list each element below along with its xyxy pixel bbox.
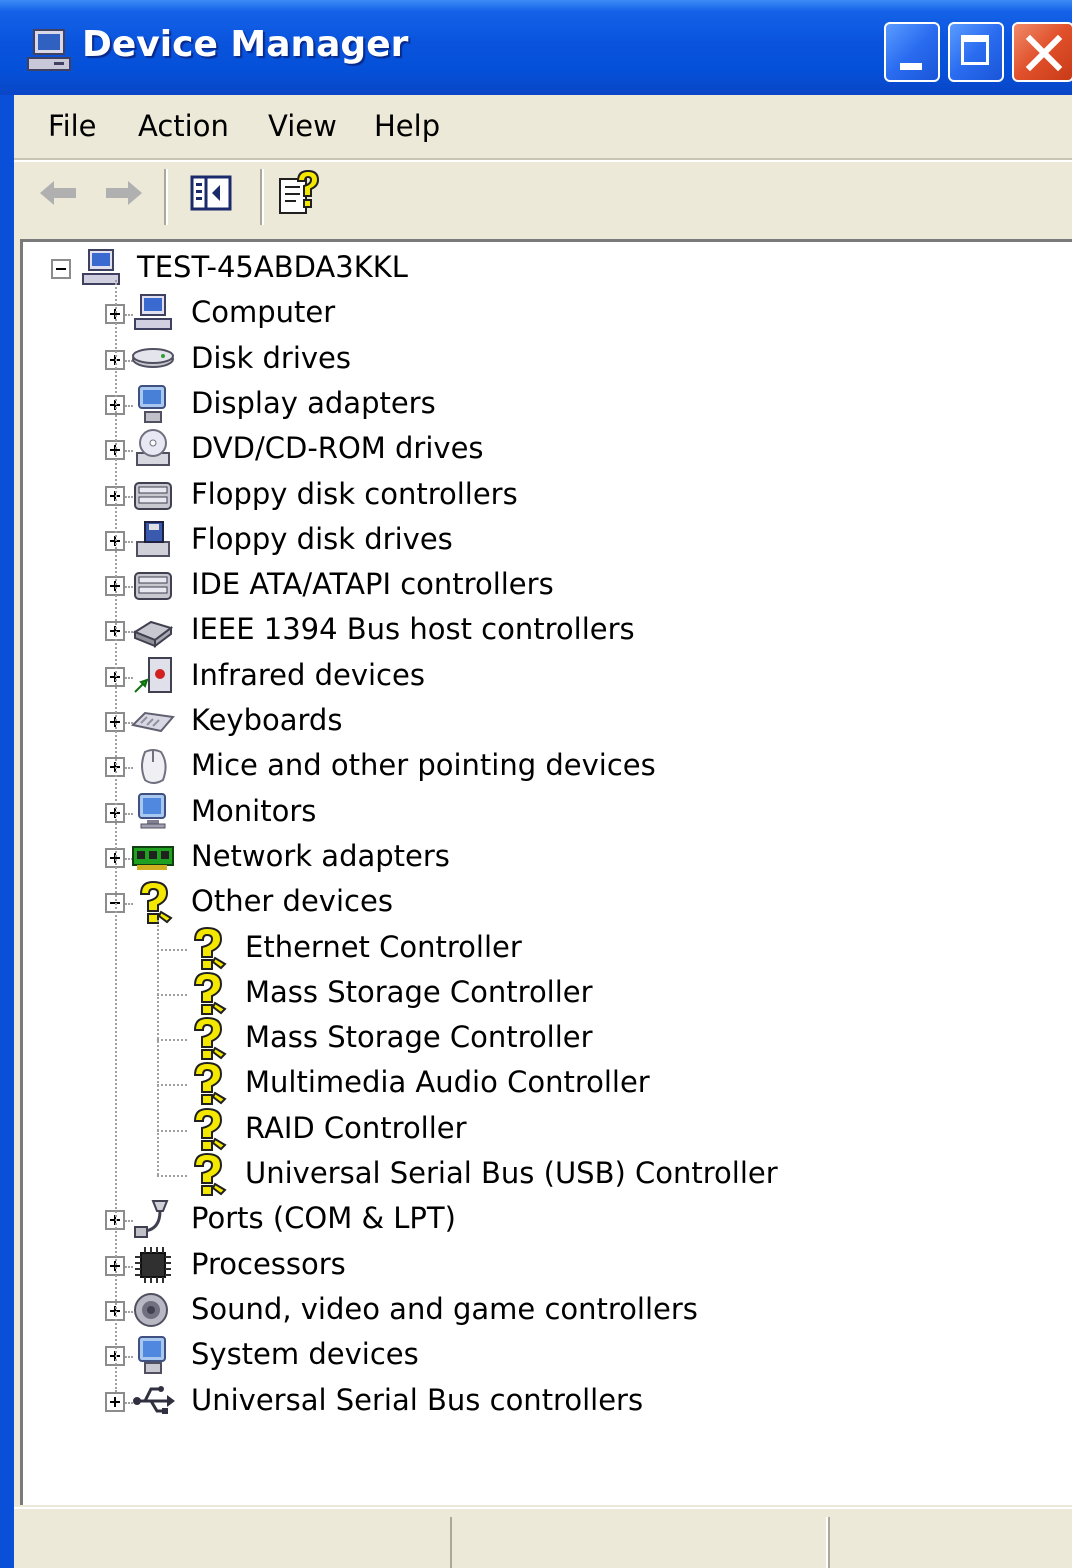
tree-connector xyxy=(157,1175,187,1177)
processor-icon xyxy=(135,1246,171,1283)
tree-category-label[interactable]: Floppy disk controllers xyxy=(191,477,518,511)
maximize-button[interactable] xyxy=(948,22,1004,82)
tree-device-label[interactable]: Mass Storage Controller xyxy=(245,975,593,1009)
menu-view[interactable]: View xyxy=(268,109,337,143)
tree-category-label[interactable]: Network adapters xyxy=(191,839,450,873)
cdrom-icon xyxy=(136,429,170,467)
tree-category-label[interactable]: DVD/CD-ROM drives xyxy=(191,431,484,465)
usb-icon xyxy=(133,1385,175,1414)
unknown-device-icon xyxy=(193,1017,227,1061)
tree-connector xyxy=(115,280,117,1392)
unknown-device-icon xyxy=(193,971,227,1015)
display-adapter-icon xyxy=(138,384,166,423)
status-pane xyxy=(450,1517,828,1568)
computer-icon xyxy=(134,294,172,331)
tree-category-label[interactable]: IDE ATA/ATAPI controllers xyxy=(191,567,554,601)
tree-category-label[interactable]: Display adapters xyxy=(191,386,436,420)
sound-icon xyxy=(134,1292,168,1327)
menu-file[interactable]: File xyxy=(48,109,97,143)
infrared-icon xyxy=(134,656,172,693)
controller-icon xyxy=(134,572,172,601)
monitor-icon xyxy=(138,792,166,829)
tree-device-label[interactable]: Universal Serial Bus (USB) Controller xyxy=(245,1156,778,1190)
unknown-device-icon xyxy=(139,881,173,925)
mouse-icon xyxy=(141,749,167,785)
forward-icon[interactable] xyxy=(100,173,146,213)
close-icon xyxy=(1025,34,1063,72)
menu-help[interactable]: Help xyxy=(374,109,440,143)
tree-category-label[interactable]: IEEE 1394 Bus host controllers xyxy=(191,612,635,646)
tree-device-label[interactable]: Ethernet Controller xyxy=(245,930,522,964)
tree-category-label[interactable]: Computer xyxy=(191,295,335,329)
window-client-area: File Action View Help TEST-45ABDA3KKL Co… xyxy=(14,95,1072,1568)
tree-category-label[interactable]: Monitors xyxy=(191,794,316,828)
toolbar xyxy=(14,161,1072,237)
port-icon xyxy=(134,1200,169,1239)
tree-connector xyxy=(157,920,159,1175)
unknown-device-icon xyxy=(193,926,227,970)
network-adapter-icon xyxy=(132,845,174,870)
system-device-icon xyxy=(138,1336,166,1375)
device-tree[interactable]: TEST-45ABDA3KKL Computer Disk drives Displa… xyxy=(20,239,1072,1505)
floppy-drive-icon xyxy=(136,520,170,557)
tree-root-label[interactable]: TEST-45ABDA3KKL xyxy=(137,250,408,284)
window-title: Device Manager xyxy=(82,24,409,65)
tree-category-label[interactable]: Mice and other pointing devices xyxy=(191,748,656,782)
tree-category-label[interactable]: Processors xyxy=(191,1247,346,1281)
show-hide-console-tree-icon[interactable] xyxy=(190,173,232,213)
disk-drive-icon xyxy=(132,347,174,368)
tree-category-label[interactable]: System devices xyxy=(191,1337,419,1371)
minimize-button[interactable] xyxy=(884,22,940,82)
keyboard-icon xyxy=(131,711,175,733)
tree-connector xyxy=(157,948,187,951)
tree-device-label[interactable]: Mass Storage Controller xyxy=(245,1020,593,1054)
minimize-icon xyxy=(900,63,922,70)
device-manager-window: Device Manager File Action View Help TES… xyxy=(0,0,1072,1568)
properties-help-icon[interactable] xyxy=(276,169,322,219)
back-icon[interactable] xyxy=(36,173,82,213)
tree-category-label[interactable]: Universal Serial Bus controllers xyxy=(191,1383,643,1417)
tree-device-label[interactable]: RAID Controller xyxy=(245,1111,467,1145)
status-pane xyxy=(14,1517,450,1568)
toolbar-separator xyxy=(164,169,168,225)
ieee1394-icon xyxy=(132,621,174,649)
tree-device-label[interactable]: Multimedia Audio Controller xyxy=(245,1065,650,1099)
tree-category-label[interactable]: Ports (COM & LPT) xyxy=(191,1201,456,1235)
tree-category-label[interactable]: Sound, video and game controllers xyxy=(191,1292,698,1326)
menu-action[interactable]: Action xyxy=(138,109,229,143)
tree-category-label[interactable]: Floppy disk drives xyxy=(191,522,453,556)
tree-category-label[interactable]: Other devices xyxy=(191,884,393,918)
menu-bar: File Action View Help xyxy=(14,95,1072,157)
unknown-device-icon xyxy=(193,1062,227,1106)
toolbar-separator xyxy=(260,169,264,225)
computer-icon xyxy=(27,29,71,71)
tree-expand-toggle[interactable] xyxy=(105,1391,125,1412)
maximize-icon xyxy=(961,35,989,65)
tree-connector xyxy=(157,1039,187,1042)
close-button[interactable] xyxy=(1012,22,1072,82)
tree-category-label[interactable]: Infrared devices xyxy=(191,658,425,692)
tree-connector xyxy=(157,1129,187,1132)
status-pane xyxy=(828,1517,1072,1568)
tree-collapse-toggle[interactable] xyxy=(51,259,71,279)
unknown-device-icon xyxy=(193,1152,227,1196)
status-bar xyxy=(14,1507,1072,1568)
title-bar[interactable]: Device Manager xyxy=(0,0,1072,95)
controller-icon xyxy=(134,481,172,510)
tree-category-label[interactable]: Disk drives xyxy=(191,341,351,375)
tree-category-label[interactable]: Keyboards xyxy=(191,703,342,737)
unknown-device-icon xyxy=(193,1107,227,1151)
tree-connector xyxy=(157,1084,187,1087)
tree-connector xyxy=(157,993,187,996)
